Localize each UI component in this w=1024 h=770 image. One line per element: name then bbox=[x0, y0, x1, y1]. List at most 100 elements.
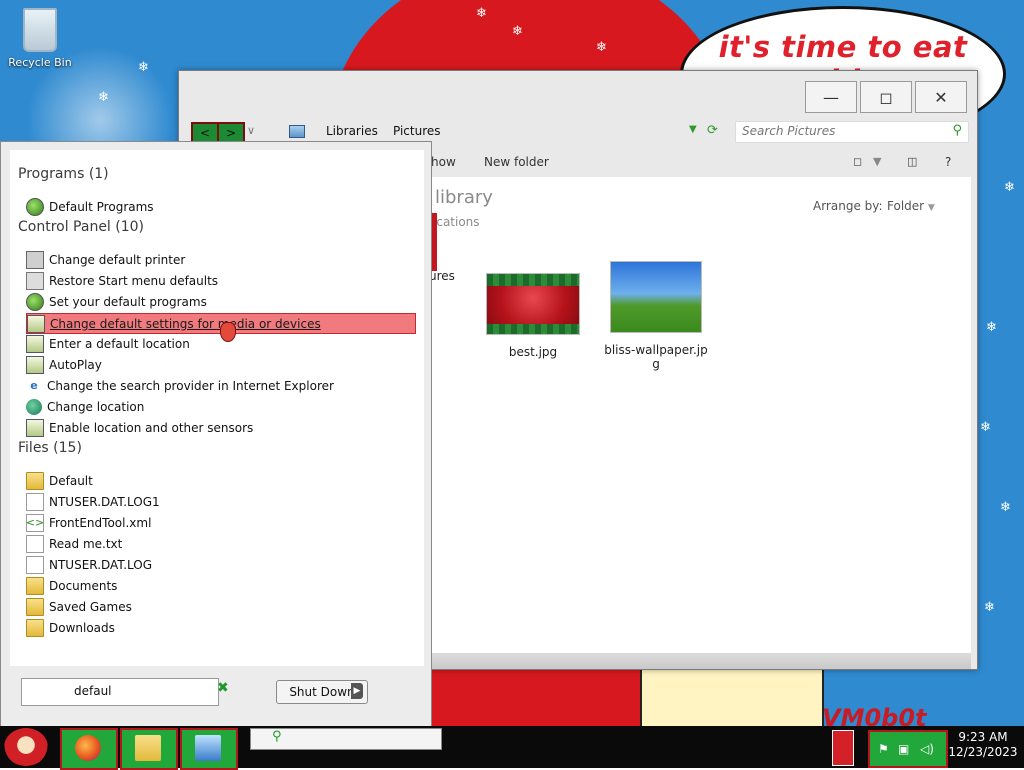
help-button[interactable]: ? bbox=[945, 155, 951, 169]
taskbar-clock[interactable]: 9:23 AM 12/23/2023 bbox=[946, 730, 1020, 760]
pictures-library-icon bbox=[289, 125, 305, 138]
start-search-box[interactable] bbox=[21, 678, 219, 706]
result-label: Change the search provider in Internet E… bbox=[47, 378, 334, 393]
taskbar-control-panel[interactable] bbox=[180, 728, 238, 770]
hand-cursor-icon bbox=[220, 322, 236, 342]
result-label: Restore Start menu defaults bbox=[49, 273, 219, 288]
folder-icon bbox=[26, 576, 44, 595]
folder-icon bbox=[26, 618, 44, 637]
change-view-icon[interactable]: ◻ bbox=[853, 155, 862, 168]
result-enter-default-location[interactable]: Enter a default location bbox=[26, 334, 400, 353]
clock-time: 9:23 AM bbox=[958, 730, 1008, 744]
result-file-frontendtool[interactable]: <> FrontEndTool.xml bbox=[26, 513, 400, 532]
group-heading-control-panel[interactable]: Control Panel (10) bbox=[18, 219, 144, 235]
result-autoplay[interactable]: AutoPlay bbox=[26, 355, 400, 374]
folder-icon bbox=[26, 471, 44, 490]
file-thumbnail bbox=[486, 273, 580, 335]
folder-icon bbox=[26, 597, 44, 616]
result-label: FrontEndTool.xml bbox=[49, 515, 152, 530]
taskbar-file-explorer[interactable] bbox=[120, 728, 178, 770]
default-programs-icon bbox=[26, 197, 44, 216]
result-set-default-programs[interactable]: Set your default programs bbox=[26, 292, 400, 311]
file-item-best[interactable]: best.jpg bbox=[481, 273, 585, 359]
xml-file-icon: <> bbox=[26, 513, 44, 532]
system-tray: ⚑ ▣ ◁) bbox=[868, 730, 948, 768]
arrange-by-dropdown[interactable]: Folder ▼ bbox=[887, 199, 935, 213]
maximize-button[interactable]: ◻ bbox=[860, 81, 912, 113]
snowflake-icon: ❄ bbox=[596, 40, 607, 55]
globe-icon bbox=[26, 398, 42, 415]
start-search-input[interactable] bbox=[72, 679, 196, 703]
result-label: NTUSER.DAT.LOG1 bbox=[49, 494, 160, 509]
volume-icon[interactable]: ◁) bbox=[920, 742, 934, 756]
result-file-ntuser-log1[interactable]: NTUSER.DAT.LOG1 bbox=[26, 492, 400, 511]
taskbar: ⚲ ⚑ ▣ ◁) 9:23 AM 12/23/2023 bbox=[0, 726, 1024, 770]
breadcrumb-libraries[interactable]: Libraries bbox=[326, 124, 378, 138]
result-folder-saved-games[interactable]: Saved Games bbox=[26, 597, 400, 616]
new-folder-button[interactable]: New folder bbox=[484, 155, 549, 169]
result-default-programs[interactable]: Default Programs bbox=[26, 197, 400, 216]
control-panel-icon bbox=[195, 735, 221, 761]
result-label: Saved Games bbox=[49, 599, 132, 614]
firefox-icon bbox=[75, 735, 101, 761]
address-dropdown-icon[interactable]: ▼ bbox=[689, 124, 697, 135]
breadcrumb-pictures[interactable]: Pictures bbox=[393, 124, 441, 138]
file-icon bbox=[26, 555, 44, 574]
chevron-down-icon: ▼ bbox=[927, 203, 935, 213]
group-heading-programs[interactable]: Programs (1) bbox=[18, 166, 109, 182]
result-file-default[interactable]: Default bbox=[26, 471, 400, 490]
result-label: Change default printer bbox=[49, 252, 186, 267]
result-folder-documents[interactable]: Documents bbox=[26, 576, 400, 595]
file-name[interactable]: ures bbox=[429, 269, 455, 283]
result-label: Default bbox=[49, 473, 93, 488]
close-button[interactable]: ✕ bbox=[915, 81, 967, 113]
result-change-default-printer[interactable]: Change default printer bbox=[26, 250, 400, 269]
arrange-by-value: Folder bbox=[887, 199, 925, 213]
result-change-location[interactable]: Change location bbox=[26, 397, 400, 416]
snowflake-icon: ❄ bbox=[476, 6, 487, 21]
start-button[interactable] bbox=[4, 728, 48, 766]
shut-down-options-arrow-icon[interactable]: ▶ bbox=[351, 683, 363, 699]
location-icon bbox=[26, 418, 44, 437]
taskbar-firefox[interactable] bbox=[60, 728, 118, 770]
result-file-ntuser-log[interactable]: NTUSER.DAT.LOG bbox=[26, 555, 400, 574]
taskbar-icon bbox=[26, 271, 44, 290]
clear-search-icon[interactable]: ✖ bbox=[217, 680, 229, 696]
file-name: best.jpg bbox=[508, 345, 558, 359]
recent-pages-chevron-icon[interactable]: ∨ bbox=[247, 124, 255, 137]
desktop-icon-recycle-bin[interactable]: Recycle Bin bbox=[6, 8, 74, 69]
result-enable-location-sensors[interactable]: Enable location and other sensors bbox=[26, 418, 400, 437]
window-controls: — ◻ ✕ bbox=[805, 81, 967, 113]
library-title: library bbox=[435, 187, 493, 208]
result-change-search-provider[interactable]: e Change the search provider in Internet… bbox=[26, 376, 400, 395]
default-programs-icon bbox=[26, 292, 44, 311]
show-hidden-icons-button[interactable] bbox=[832, 730, 854, 766]
result-file-read-me[interactable]: Read me.txt bbox=[26, 534, 400, 553]
group-heading-files[interactable]: Files (15) bbox=[18, 440, 82, 456]
explorer-search-input[interactable] bbox=[736, 122, 948, 140]
internet-explorer-icon: e bbox=[30, 379, 38, 392]
slideshow-button[interactable]: how bbox=[431, 155, 456, 169]
snowflake-icon: ❄ bbox=[1004, 180, 1015, 195]
search-icon[interactable]: ⚲ bbox=[952, 123, 962, 138]
result-restore-start-menu-defaults[interactable]: Restore Start menu defaults bbox=[26, 271, 400, 290]
text-file-icon bbox=[26, 534, 44, 553]
snowflake-icon: ❄ bbox=[1000, 500, 1011, 515]
search-icon[interactable]: ⚲ bbox=[272, 729, 282, 744]
desktop-icon-label: Recycle Bin bbox=[8, 56, 72, 69]
preview-pane-icon[interactable]: ◫ bbox=[907, 155, 917, 168]
result-folder-downloads[interactable]: Downloads bbox=[26, 618, 400, 637]
clock-date: 12/23/2023 bbox=[948, 745, 1018, 759]
network-icon[interactable]: ▣ bbox=[898, 742, 909, 756]
minimize-button[interactable]: — bbox=[805, 81, 857, 113]
file-item-bliss[interactable]: bliss-wallpaper.jp g bbox=[604, 261, 708, 371]
refresh-icon[interactable]: ⟳ bbox=[707, 123, 718, 138]
start-menu: Programs (1) Default Programs Control Pa… bbox=[0, 141, 432, 727]
view-options-chevron-icon[interactable]: ▼ bbox=[873, 155, 881, 168]
explorer-search-box[interactable]: ⚲ bbox=[735, 121, 969, 143]
snowflake-icon: ❄ bbox=[98, 90, 109, 105]
location-icon bbox=[26, 334, 44, 353]
snowflake-icon: ❄ bbox=[986, 320, 997, 335]
result-label: Read me.txt bbox=[49, 536, 123, 551]
action-center-flag-icon[interactable]: ⚑ bbox=[878, 742, 889, 756]
